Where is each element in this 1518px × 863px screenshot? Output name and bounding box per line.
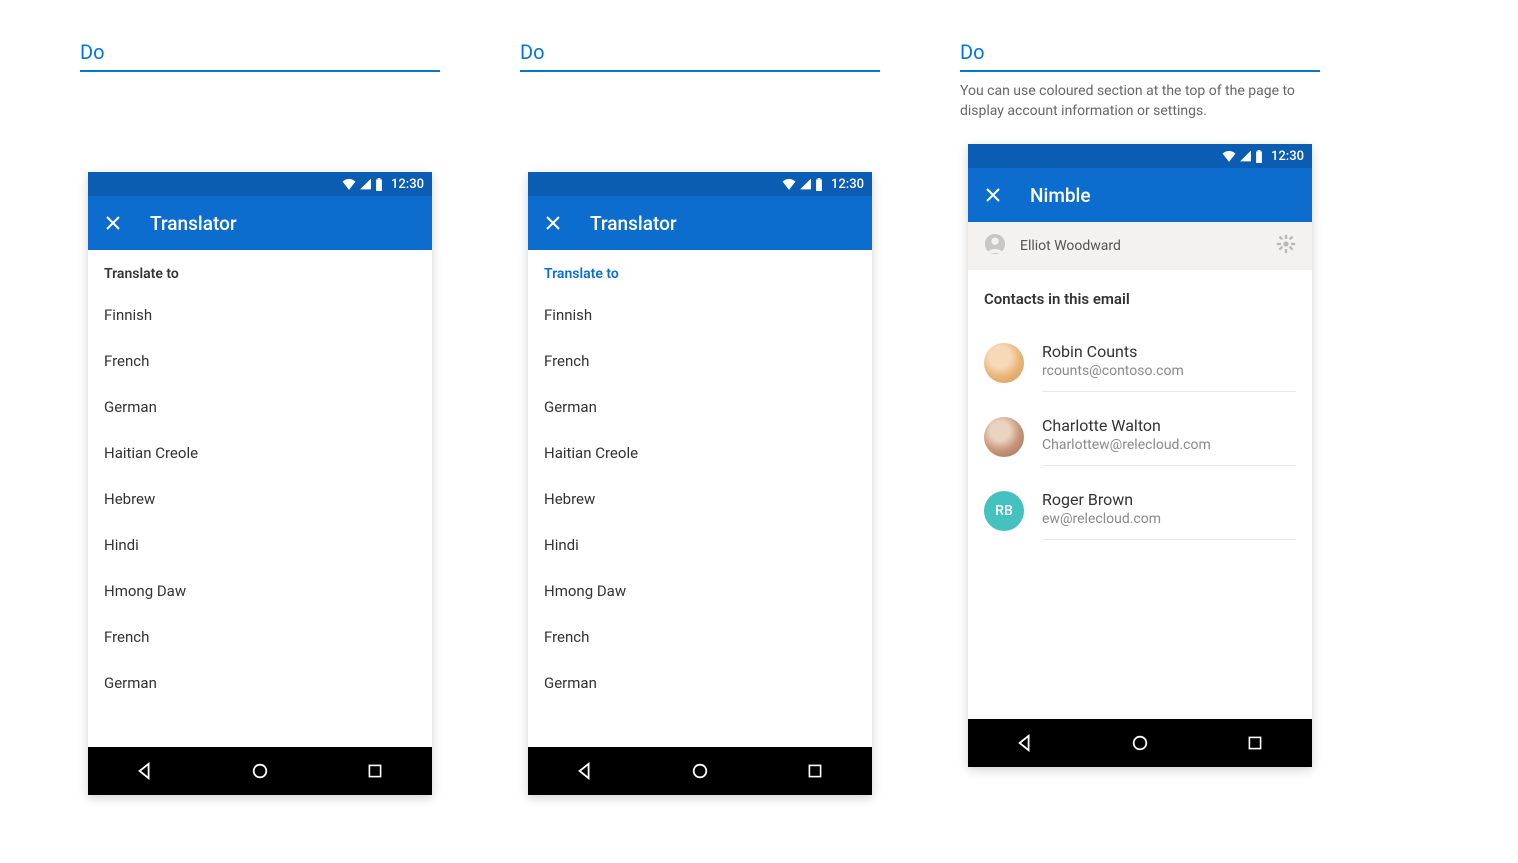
list-item[interactable]: German xyxy=(528,660,872,706)
battery-icon xyxy=(815,178,823,191)
status-bar: 12:30 xyxy=(88,172,432,196)
contacts-header: Contacts in this email xyxy=(968,270,1312,326)
list-item[interactable]: French xyxy=(88,338,432,384)
avatar xyxy=(984,343,1024,383)
contact-email: ew@relecloud.com xyxy=(1042,511,1296,527)
list-item[interactable]: Hindi xyxy=(88,522,432,568)
list-item[interactable]: Haitian Creole xyxy=(528,430,872,476)
wifi-icon xyxy=(1222,150,1236,162)
contact-item[interactable]: Robin Counts rcounts@contoso.com xyxy=(968,326,1312,400)
example-column-3: Do You can use coloured section at the t… xyxy=(960,40,1320,795)
avatar xyxy=(984,417,1024,457)
close-icon[interactable] xyxy=(104,214,122,232)
contact-email: Charlottew@relecloud.com xyxy=(1042,437,1296,453)
list-item[interactable]: German xyxy=(88,660,432,706)
app-bar: Nimble xyxy=(968,168,1312,222)
person-icon xyxy=(984,233,1006,259)
wifi-icon xyxy=(782,178,796,190)
recents-icon[interactable] xyxy=(780,763,850,779)
contact-item[interactable]: Charlotte Walton Charlottew@relecloud.co… xyxy=(968,400,1312,474)
phone-mock-2: 12:30 Translator Translate to Finnish Fr… xyxy=(528,172,872,795)
list-item[interactable]: Haitian Creole xyxy=(88,430,432,476)
contact-item[interactable]: RB Roger Brown ew@relecloud.com xyxy=(968,474,1312,548)
phone-mock-3: 12:30 Nimble Elliot Woodward Contacts in… xyxy=(968,144,1312,767)
android-nav-bar xyxy=(88,747,432,795)
list-item[interactable]: Hmong Daw xyxy=(528,568,872,614)
list-item[interactable]: Hebrew xyxy=(88,476,432,522)
android-nav-bar xyxy=(968,719,1312,767)
back-icon[interactable] xyxy=(990,734,1060,752)
phone-mock-1: 12:30 Translator Translate to Finnish Fr… xyxy=(88,172,432,795)
app-title: Translator xyxy=(150,212,237,235)
app-bar: Translator xyxy=(528,196,872,250)
recents-icon[interactable] xyxy=(340,763,410,779)
close-icon[interactable] xyxy=(544,214,562,232)
gear-icon[interactable] xyxy=(1276,234,1296,258)
page-body: Translate to Finnish French German Haiti… xyxy=(528,250,872,747)
status-bar: 12:30 xyxy=(968,144,1312,168)
do-label: Do xyxy=(80,40,440,72)
contact-name: Roger Brown xyxy=(1042,490,1296,509)
account-section[interactable]: Elliot Woodward xyxy=(968,222,1312,270)
status-time: 12:30 xyxy=(391,177,424,192)
app-title: Translator xyxy=(590,212,677,235)
wifi-icon xyxy=(342,178,356,190)
avatar: RB xyxy=(984,491,1024,531)
back-icon[interactable] xyxy=(110,762,180,780)
list-item[interactable]: German xyxy=(528,384,872,430)
contact-email: rcounts@contoso.com xyxy=(1042,363,1296,379)
app-title: Nimble xyxy=(1030,184,1091,207)
cell-signal-icon xyxy=(799,178,812,190)
back-icon[interactable] xyxy=(550,762,620,780)
section-header: Translate to xyxy=(88,250,432,292)
list-item[interactable]: French xyxy=(528,614,872,660)
list-item[interactable]: French xyxy=(528,338,872,384)
list-item[interactable]: German xyxy=(88,384,432,430)
do-label: Do xyxy=(520,40,880,72)
cell-signal-icon xyxy=(1239,150,1252,162)
battery-icon xyxy=(1255,150,1263,163)
example-column-1: Do 12:30 Translator Translate to Finnish… xyxy=(80,40,440,795)
battery-icon xyxy=(375,178,383,191)
status-time: 12:30 xyxy=(1271,149,1304,164)
caption xyxy=(520,82,880,150)
contact-text: Roger Brown ew@relecloud.com xyxy=(1042,482,1296,540)
page-body: Elliot Woodward Contacts in this email R… xyxy=(968,222,1312,719)
list-item[interactable]: French xyxy=(88,614,432,660)
app-bar: Translator xyxy=(88,196,432,250)
example-column-2: Do 12:30 Translator Translate to Finnish… xyxy=(520,40,880,795)
android-nav-bar xyxy=(528,747,872,795)
contact-text: Robin Counts rcounts@contoso.com xyxy=(1042,334,1296,392)
list-item[interactable]: Hindi xyxy=(528,522,872,568)
do-label: Do xyxy=(960,40,1320,72)
account-name: Elliot Woodward xyxy=(1020,238,1262,254)
list-item[interactable]: Hmong Daw xyxy=(88,568,432,614)
recents-icon[interactable] xyxy=(1220,735,1290,751)
status-bar: 12:30 xyxy=(528,172,872,196)
list-item[interactable]: Finnish xyxy=(88,292,432,338)
section-header: Translate to xyxy=(528,250,872,292)
list-item[interactable]: Finnish xyxy=(528,292,872,338)
list-item[interactable]: Hebrew xyxy=(528,476,872,522)
home-icon[interactable] xyxy=(225,762,295,780)
page-body: Translate to Finnish French German Haiti… xyxy=(88,250,432,747)
status-time: 12:30 xyxy=(831,177,864,192)
caption: You can use coloured section at the top … xyxy=(960,82,1320,122)
close-icon[interactable] xyxy=(984,186,1002,204)
caption xyxy=(80,82,440,150)
home-icon[interactable] xyxy=(1105,734,1175,752)
contact-name: Robin Counts xyxy=(1042,342,1296,361)
contact-name: Charlotte Walton xyxy=(1042,416,1296,435)
contact-text: Charlotte Walton Charlottew@relecloud.co… xyxy=(1042,408,1296,466)
home-icon[interactable] xyxy=(665,762,735,780)
cell-signal-icon xyxy=(359,178,372,190)
